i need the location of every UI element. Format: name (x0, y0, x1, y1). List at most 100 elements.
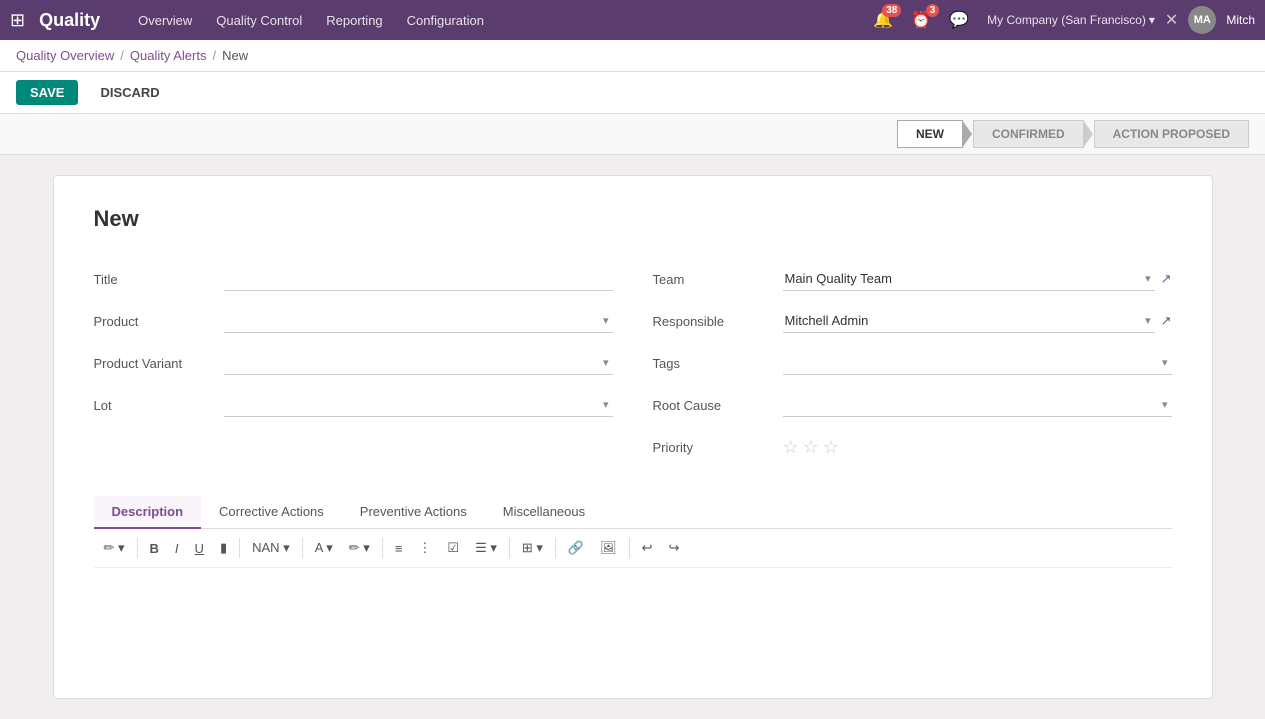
activity-button[interactable]: ⏰ 3 (911, 10, 931, 30)
lot-field: Lot ▾ (94, 388, 613, 422)
menu-item-reporting[interactable]: Reporting (316, 9, 392, 32)
team-select-wrap: Main Quality Team ▾ (783, 267, 1155, 291)
breadcrumb-quality-overview[interactable]: Quality Overview (16, 48, 114, 63)
highlight-button[interactable]: ▮ (214, 537, 233, 559)
team-external-link-icon[interactable]: ↗ (1161, 271, 1172, 287)
root-cause-label: Root Cause (653, 398, 783, 413)
topnav-right: 🔔 38 ⏰ 3 💬 My Company (San Francisco) ▾ … (873, 6, 1255, 34)
tab-miscellaneous[interactable]: Miscellaneous (485, 496, 603, 529)
tabs-bar: Description Corrective Actions Preventiv… (94, 496, 1172, 529)
breadcrumb-separator-2: / (212, 48, 216, 63)
responsible-select-wrap: Mitchell Admin ▾ (783, 309, 1155, 333)
toolbar-sep-6 (555, 538, 556, 558)
user-name: Mitch (1226, 13, 1255, 27)
action-bar: SAVE DISCARD (0, 72, 1265, 114)
toolbar-sep-4 (382, 538, 383, 558)
toolbar-sep-3 (302, 538, 303, 558)
breadcrumb-current: New (222, 48, 248, 63)
bg-color-button[interactable]: ✏ ▾ (343, 537, 376, 559)
team-field: Team Main Quality Team ▾ ↗ (653, 262, 1172, 296)
bullet-list-button[interactable]: ≡ (389, 538, 409, 559)
close-icon[interactable]: ✕ (1165, 10, 1178, 30)
status-step-confirmed[interactable]: CONFIRMED (973, 120, 1084, 148)
editor-content[interactable] (94, 568, 1172, 668)
save-button[interactable]: SAVE (16, 80, 78, 105)
editor-toolbar: ✏ ▾ B I U ▮ NAN ▾ A ▾ ✏ ▾ ≡ ⋮ ☑ ☰ ▾ ⊞ ▾ … (94, 529, 1172, 568)
toolbar-sep-2 (239, 538, 240, 558)
form-fields-row: Title Product ▾ (94, 262, 1172, 472)
user-avatar[interactable]: MA (1188, 6, 1216, 34)
main-menu: Overview Quality Control Reporting Confi… (128, 9, 494, 32)
notifications-button[interactable]: 🔔 38 (873, 10, 893, 30)
underline-button[interactable]: U (189, 538, 210, 559)
title-field: Title (94, 262, 613, 296)
image-button[interactable]: 🖼 (594, 537, 623, 559)
nan-dropdown-button[interactable]: NAN ▾ (246, 537, 296, 559)
title-input-wrap (224, 267, 613, 291)
top-navigation: ⊞ Quality Overview Quality Control Repor… (0, 0, 1265, 40)
app-brand: Quality (39, 10, 100, 31)
product-select[interactable] (224, 309, 613, 332)
team-label: Team (653, 272, 783, 287)
notification-badge: 38 (882, 4, 901, 17)
breadcrumb-separator-1: / (120, 48, 124, 63)
tags-select[interactable] (783, 351, 1172, 374)
messages-button[interactable]: 💬 (949, 10, 969, 30)
font-color-button[interactable]: A ▾ (309, 537, 339, 559)
breadcrumb: Quality Overview / Quality Alerts / New (0, 40, 1265, 72)
tags-select-wrap: ▾ (783, 351, 1172, 375)
style-dropdown-button[interactable]: ✏ ▾ (98, 537, 131, 559)
status-bar: NEW CONFIRMED ACTION PROPOSED (0, 114, 1265, 155)
product-label: Product (94, 314, 224, 329)
align-button[interactable]: ☰ ▾ (469, 537, 503, 559)
discard-button[interactable]: DISCARD (86, 80, 173, 105)
lot-select[interactable] (224, 393, 613, 416)
product-variant-select[interactable] (224, 351, 613, 374)
status-step-new[interactable]: NEW (897, 120, 963, 148)
priority-star-2[interactable]: ☆ (803, 437, 819, 458)
product-variant-label: Product Variant (94, 356, 224, 371)
breadcrumb-quality-alerts[interactable]: Quality Alerts (130, 48, 207, 63)
redo-button[interactable]: ↪ (663, 537, 686, 559)
toolbar-sep-1 (137, 538, 138, 558)
product-select-wrap: ▾ (224, 309, 613, 333)
product-variant-select-wrap: ▾ (224, 351, 613, 375)
lot-label: Lot (94, 398, 224, 413)
bold-button[interactable]: B (144, 538, 165, 559)
status-step-action-proposed[interactable]: ACTION PROPOSED (1094, 120, 1249, 148)
menu-item-overview[interactable]: Overview (128, 9, 202, 32)
priority-field: Priority ☆ ☆ ☆ (653, 430, 1172, 464)
root-cause-select-wrap: ▾ (783, 393, 1172, 417)
tab-corrective-actions[interactable]: Corrective Actions (201, 496, 342, 529)
link-button[interactable]: 🔗 (562, 537, 590, 559)
tab-preventive-actions[interactable]: Preventive Actions (342, 496, 485, 529)
team-select[interactable]: Main Quality Team (783, 267, 1155, 290)
title-input[interactable] (224, 267, 613, 290)
priority-star-3[interactable]: ☆ (823, 437, 839, 458)
main-content: New Title Product (0, 155, 1265, 719)
tab-description[interactable]: Description (94, 496, 202, 529)
priority-stars: ☆ ☆ ☆ (783, 437, 839, 458)
menu-item-configuration[interactable]: Configuration (397, 9, 494, 32)
numbered-list-button[interactable]: ⋮ (412, 537, 437, 559)
menu-item-quality-control[interactable]: Quality Control (206, 9, 312, 32)
right-column: Team Main Quality Team ▾ ↗ Responsible M… (653, 262, 1172, 472)
company-selector[interactable]: My Company (San Francisco) ▾ (987, 13, 1155, 27)
undo-button[interactable]: ↩ (636, 537, 659, 559)
app-grid-icon[interactable]: ⊞ (10, 10, 25, 31)
tags-label: Tags (653, 356, 783, 371)
table-button[interactable]: ⊞ ▾ (516, 537, 549, 559)
responsible-label: Responsible (653, 314, 783, 329)
product-variant-field: Product Variant ▾ (94, 346, 613, 380)
responsible-external-link-icon[interactable]: ↗ (1161, 313, 1172, 329)
root-cause-select[interactable] (783, 393, 1172, 416)
chevron-down-icon: ▾ (1149, 13, 1155, 27)
italic-button[interactable]: I (169, 538, 185, 559)
lot-select-wrap: ▾ (224, 393, 613, 417)
checklist-button[interactable]: ☑ (441, 537, 465, 559)
priority-star-1[interactable]: ☆ (783, 437, 799, 458)
tags-field: Tags ▾ (653, 346, 1172, 380)
product-field: Product ▾ (94, 304, 613, 338)
responsible-select[interactable]: Mitchell Admin (783, 309, 1155, 332)
responsible-field: Responsible Mitchell Admin ▾ ↗ (653, 304, 1172, 338)
